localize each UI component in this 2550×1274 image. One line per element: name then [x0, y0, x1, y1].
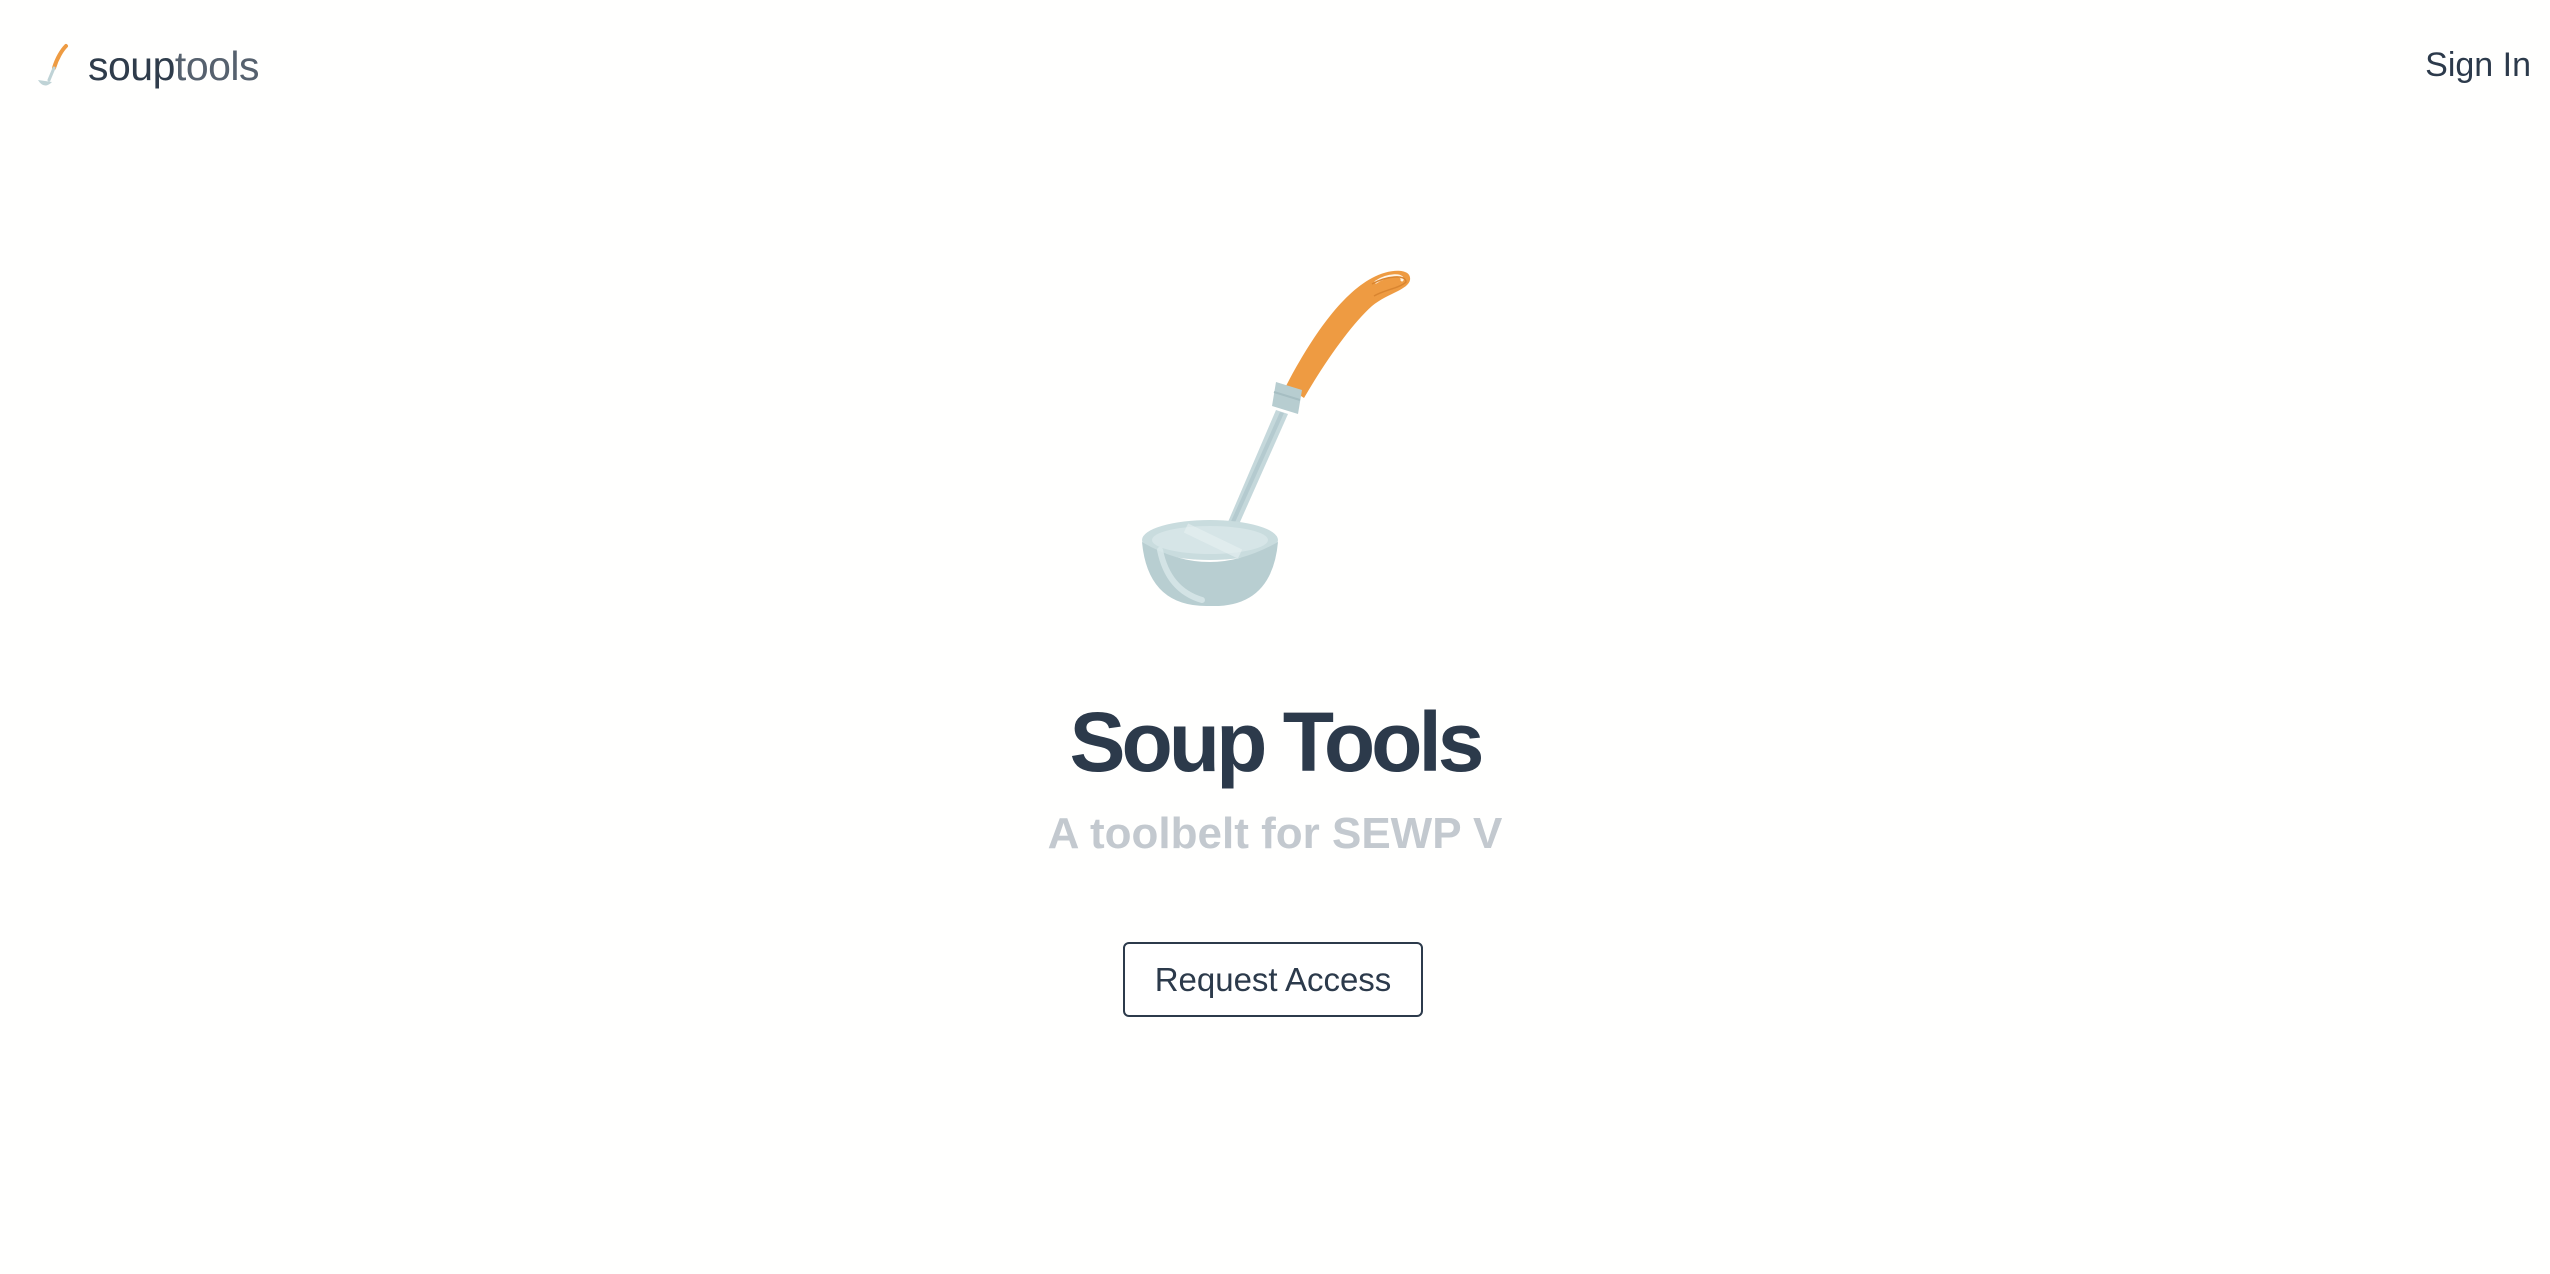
page-title: Soup Tools: [1069, 695, 1484, 789]
landing-page: souptools Sign In Soup Tools A toolbelt …: [0, 0, 2550, 1274]
page-subtitle: A toolbelt for SEWP V: [1047, 809, 1503, 858]
brand-name-strong: soup: [88, 42, 175, 89]
top-nav: souptools Sign In: [0, 0, 2550, 134]
brand-name: souptools: [88, 42, 260, 89]
ladle-illustration: [1142, 270, 1411, 607]
sign-in-link[interactable]: Sign In: [2425, 46, 2531, 85]
ladle-icon: [38, 44, 68, 86]
brand-name-light: tools: [174, 42, 260, 89]
brand-logo-link[interactable]: souptools: [32, 42, 260, 90]
request-access-button[interactable]: Request Access: [1123, 942, 1423, 1017]
